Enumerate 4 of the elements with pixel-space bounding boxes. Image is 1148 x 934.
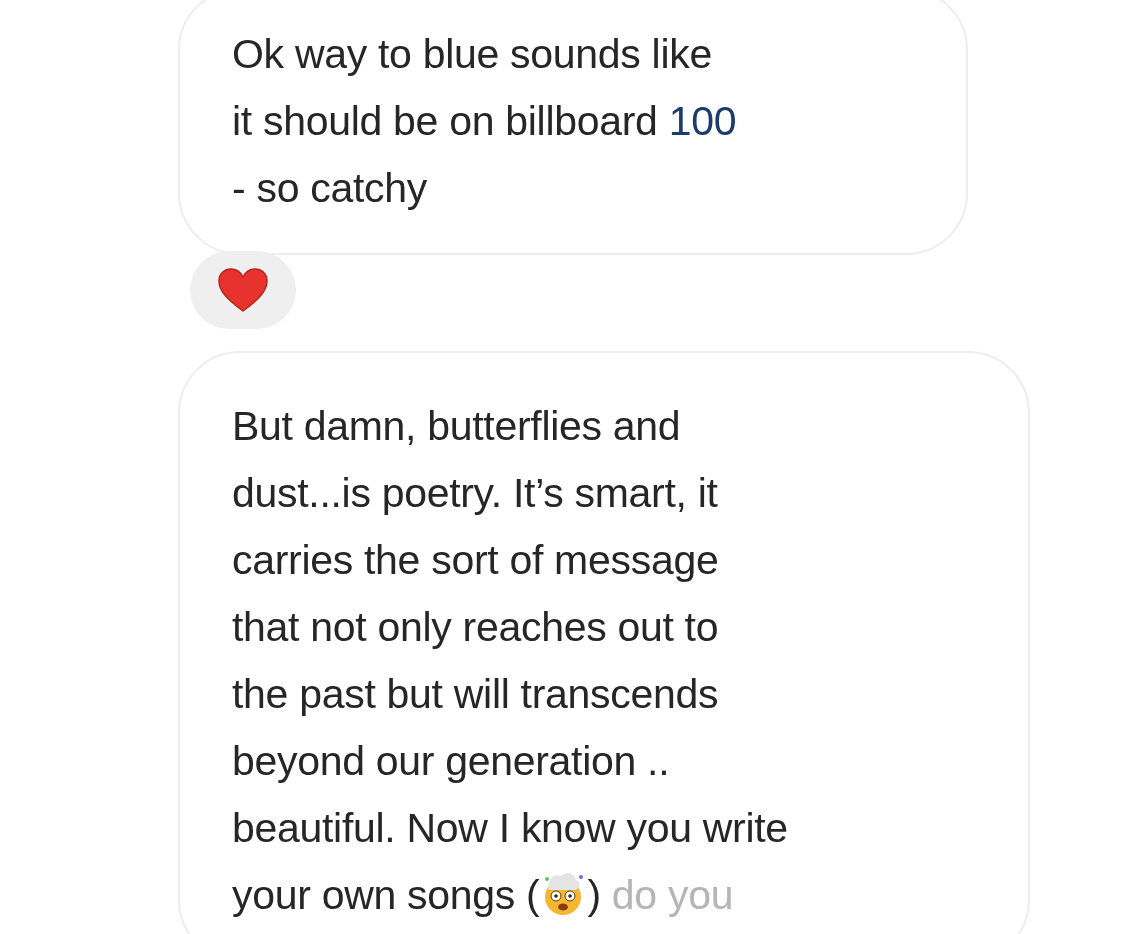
link[interactable]: 100 (668, 98, 737, 144)
message-text: Ok way to blue sounds like it should be on billboard 100 - so catchy (232, 30, 738, 213)
heart-icon (217, 267, 269, 313)
message-text: But damn, butterflies and dust...is poetry. It’s smart, it carries the sort of message that not only reaches out to the past but will transcends beyond our generation .. beautiful. Now I know you write your own songs ( ) do you (232, 402, 789, 920)
